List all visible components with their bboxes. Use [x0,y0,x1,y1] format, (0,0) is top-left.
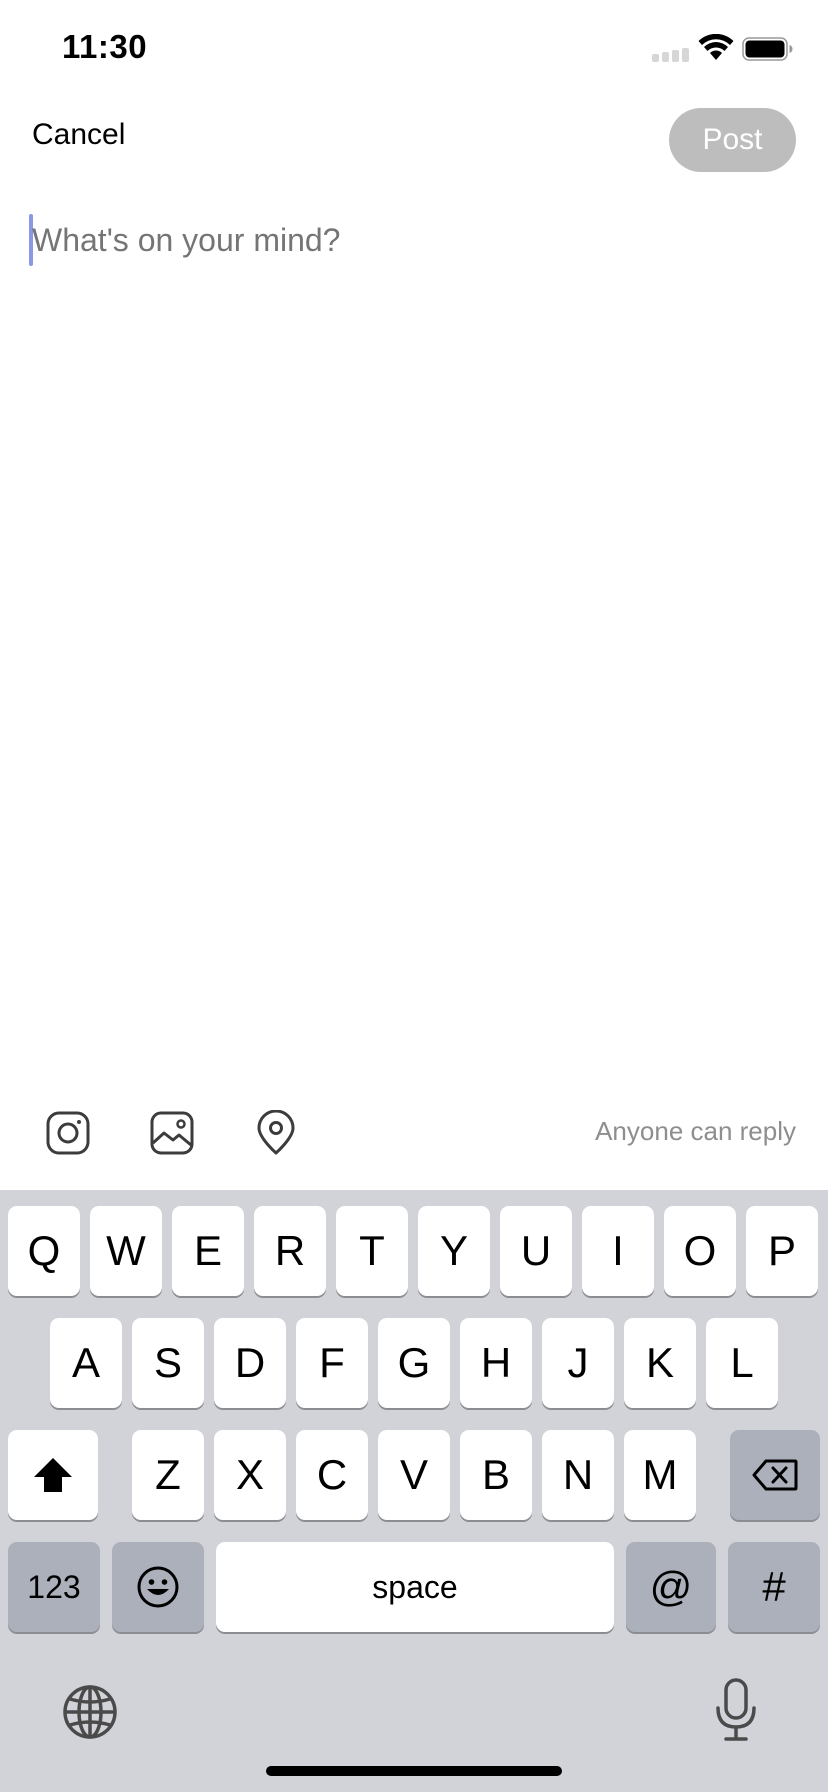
post-text-input[interactable] [32,218,792,262]
at-key[interactable]: @ [626,1542,716,1632]
key-t[interactable]: T [336,1206,408,1296]
key-q[interactable]: Q [8,1206,80,1296]
key-j[interactable]: J [542,1318,614,1408]
key-z[interactable]: Z [132,1430,204,1520]
key-g[interactable]: G [378,1318,450,1408]
backspace-key[interactable] [730,1430,820,1520]
numbers-key[interactable]: 123 [8,1542,100,1632]
space-key[interactable]: space [216,1542,614,1632]
cancel-button[interactable]: Cancel [32,118,125,152]
emoji-icon [137,1566,179,1608]
key-k[interactable]: K [624,1318,696,1408]
key-o[interactable]: O [664,1206,736,1296]
key-d[interactable]: D [214,1318,286,1408]
status-time: 11:30 [62,28,148,65]
key-p[interactable]: P [746,1206,818,1296]
cellular-signal-icon [652,48,692,62]
globe-icon[interactable] [62,1684,118,1740]
key-i[interactable]: I [582,1206,654,1296]
key-r[interactable]: R [254,1206,326,1296]
shift-arrow-icon [34,1458,72,1492]
keyboard: Q W E R T Y U I O P A S D F G H J K L Z … [0,1190,828,1792]
instagram-icon[interactable] [45,1110,91,1156]
key-y[interactable]: Y [418,1206,490,1296]
battery-icon [742,37,793,61]
key-h[interactable]: H [460,1318,532,1408]
hash-key[interactable]: # [728,1542,820,1632]
wifi-icon [698,34,734,60]
key-c[interactable]: C [296,1430,368,1520]
key-a[interactable]: A [50,1318,122,1408]
reply-setting[interactable]: Anyone can reply [595,1116,796,1147]
key-m[interactable]: M [624,1430,696,1520]
key-b[interactable]: B [460,1430,532,1520]
emoji-key[interactable] [112,1542,204,1632]
image-icon[interactable] [149,1110,195,1156]
location-pin-icon[interactable] [253,1110,299,1156]
key-w[interactable]: W [90,1206,162,1296]
key-v[interactable]: V [378,1430,450,1520]
key-e[interactable]: E [172,1206,244,1296]
post-button[interactable]: Post [669,108,796,172]
shift-key[interactable] [8,1430,98,1520]
key-s[interactable]: S [132,1318,204,1408]
status-bar: 11:30 [0,0,828,100]
key-x[interactable]: X [214,1430,286,1520]
microphone-icon[interactable] [714,1678,758,1742]
backspace-icon [752,1459,798,1491]
key-n[interactable]: N [542,1430,614,1520]
key-u[interactable]: U [500,1206,572,1296]
home-indicator[interactable] [266,1766,562,1776]
key-f[interactable]: F [296,1318,368,1408]
key-l[interactable]: L [706,1318,778,1408]
